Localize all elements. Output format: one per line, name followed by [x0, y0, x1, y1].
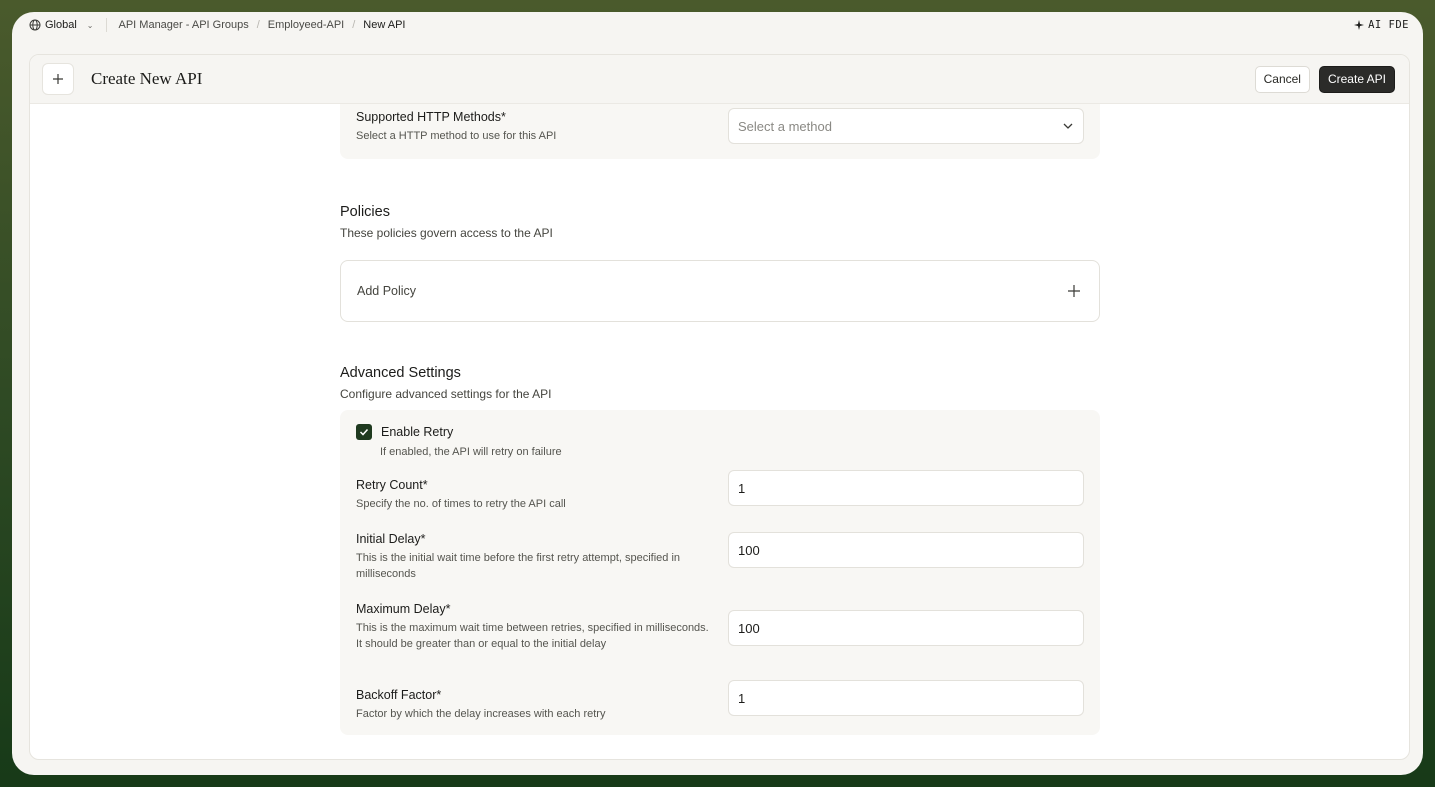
- enable-retry-label: Enable Retry: [381, 425, 454, 439]
- page-title: Create New API: [91, 69, 203, 88]
- breadcrumb-separator: /: [352, 19, 356, 31]
- chevron-down-icon: ⌄: [86, 20, 94, 30]
- create-api-button[interactable]: Create API: [1318, 65, 1395, 93]
- divider: [105, 18, 107, 32]
- chevron-down-icon: [1063, 123, 1073, 129]
- http-method-select[interactable]: Select a method: [728, 108, 1084, 144]
- enable-retry-description: If enabled, the API will retry on failur…: [380, 446, 562, 458]
- header-actions: Cancel Create API: [1254, 65, 1395, 93]
- retry-count-label: Retry Count*: [356, 478, 428, 492]
- breadcrumb-employeed-api[interactable]: Employeed-API: [268, 19, 344, 31]
- initial-delay-input[interactable]: 100: [728, 532, 1084, 568]
- panel-header: Create New API Cancel Create API: [30, 55, 1409, 104]
- http-methods-description: Select a HTTP method to use for this API: [356, 130, 557, 142]
- advanced-settings-section: Advanced Settings Configure advanced set…: [340, 365, 1100, 735]
- policies-title: Policies: [340, 204, 390, 220]
- ai-assistant-label: AI FDE: [1368, 19, 1409, 31]
- http-methods-card: Supported HTTP Methods* Select a HTTP me…: [340, 104, 1100, 159]
- maximum-delay-field: Maximum Delay* This is the maximum wait …: [356, 602, 1084, 688]
- backoff-factor-input[interactable]: 1: [728, 680, 1084, 716]
- create-api-panel: Create New API Cancel Create API Support…: [29, 54, 1410, 760]
- top-bar: Global ⌄ API Manager - API Groups / Empl…: [12, 12, 1423, 38]
- check-icon: [359, 428, 369, 436]
- cancel-button[interactable]: Cancel: [1254, 65, 1310, 93]
- http-methods-field: Supported HTTP Methods* Select a HTTP me…: [340, 104, 1100, 144]
- breadcrumb-separator: /: [256, 19, 260, 31]
- breadcrumb: API Manager - API Groups / Employeed-API…: [119, 19, 406, 31]
- scope-selector[interactable]: Global ⌄: [29, 19, 94, 31]
- ai-assistant-button[interactable]: AI FDE: [1354, 19, 1409, 31]
- scope-label: Global: [45, 19, 77, 31]
- maximum-delay-description: This is the maximum wait time between re…: [356, 622, 709, 650]
- policies-description: These policies govern access to the API: [340, 226, 553, 240]
- form-content: Supported HTTP Methods* Select a HTTP me…: [340, 104, 1100, 735]
- http-method-placeholder: Select a method: [738, 118, 832, 134]
- app-window: Global ⌄ API Manager - API Groups / Empl…: [12, 12, 1423, 775]
- initial-delay-label: Initial Delay*: [356, 532, 426, 546]
- breadcrumb-api-groups[interactable]: API Manager - API Groups: [119, 19, 249, 31]
- backoff-factor-field: Backoff Factor* Factor by which the dela…: [356, 680, 1084, 738]
- sparkle-icon: [1354, 20, 1365, 30]
- advanced-settings-card: Enable Retry If enabled, the API will re…: [340, 410, 1100, 735]
- plus-icon: [42, 63, 74, 95]
- initial-delay-field: Initial Delay* This is the initial wait …: [356, 532, 1084, 602]
- http-methods-label: Supported HTTP Methods*: [356, 110, 506, 124]
- initial-delay-description: This is the initial wait time before the…: [356, 552, 681, 580]
- backoff-factor-label: Backoff Factor*: [356, 688, 442, 702]
- enable-retry-checkbox[interactable]: [356, 424, 372, 440]
- advanced-settings-description: Configure advanced settings for the API: [340, 387, 552, 401]
- advanced-settings-title: Advanced Settings: [340, 365, 461, 381]
- maximum-delay-input[interactable]: 100: [728, 610, 1084, 646]
- retry-count-description: Specify the no. of times to retry the AP…: [356, 498, 566, 510]
- retry-count-field: Retry Count* Specify the no. of times to…: [356, 470, 1084, 532]
- add-policy-label: Add Policy: [357, 284, 417, 298]
- retry-count-input[interactable]: 1: [728, 470, 1084, 506]
- maximum-delay-label: Maximum Delay*: [356, 602, 451, 616]
- policies-section: Policies These policies govern access to…: [340, 204, 1100, 322]
- plus-icon: [1068, 285, 1080, 297]
- add-policy-button[interactable]: Add Policy: [340, 260, 1100, 322]
- globe-icon: [29, 19, 41, 31]
- backoff-factor-description: Factor by which the delay increases with…: [356, 708, 606, 720]
- breadcrumb-current: New API: [363, 19, 406, 31]
